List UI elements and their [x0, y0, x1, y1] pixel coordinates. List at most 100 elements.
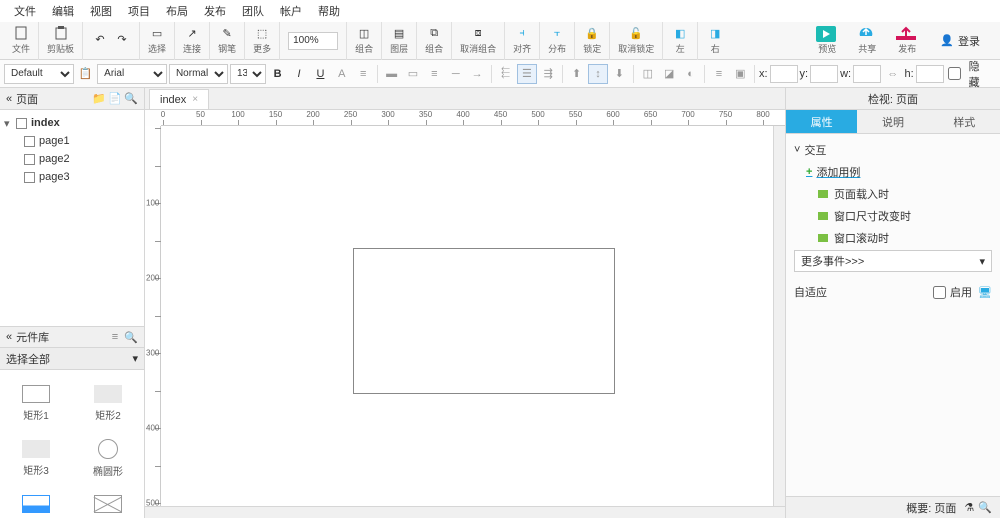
tool-more[interactable]: ⬚更多 — [245, 22, 280, 60]
filter-icon[interactable]: ⚗ — [964, 501, 974, 514]
event-window-scroll[interactable]: 窗口滚动时 — [818, 230, 992, 246]
menu-edit[interactable]: 编辑 — [44, 0, 82, 22]
collapse-icon[interactable]: « — [6, 331, 12, 343]
tool-combine[interactable]: ⧉组合 — [417, 22, 452, 60]
tool-pen[interactable]: ✎钢笔 — [210, 22, 245, 60]
login-button[interactable]: 👤登录 — [930, 33, 990, 49]
menu-account[interactable]: 帐户 — [272, 0, 310, 22]
collapse-icon[interactable]: « — [6, 93, 12, 105]
tool-clipboard[interactable]: 剪贴板 — [39, 22, 83, 60]
tree-node-page2[interactable]: page2 — [0, 150, 144, 168]
underline-button[interactable]: U — [311, 64, 330, 84]
tree-node-page3[interactable]: page3 — [0, 168, 144, 186]
add-case-link[interactable]: +添加用例 — [806, 164, 992, 180]
shape-rect3[interactable]: 矩形3 — [0, 431, 72, 486]
shape-rect1[interactable]: 矩形1 — [0, 376, 72, 431]
tool-file[interactable]: 文件 — [4, 22, 39, 60]
inner-shadow-button[interactable]: ◪ — [659, 64, 678, 84]
search-icon[interactable]: 🔍 — [124, 92, 138, 106]
shape-placeholder[interactable]: 占位符 — [72, 486, 144, 518]
scrollbar-vertical[interactable] — [773, 126, 785, 506]
copy-style-icon[interactable]: 📋 — [76, 64, 95, 84]
padding-button[interactable]: ▣ — [731, 64, 750, 84]
valign-top-button[interactable]: ⬆ — [567, 64, 586, 84]
line-style-button[interactable]: ─ — [446, 64, 465, 84]
pos-y-input[interactable] — [810, 65, 838, 83]
tab-style[interactable]: 样式 — [929, 110, 1000, 133]
zoom-input[interactable] — [288, 32, 338, 50]
tool-lock[interactable]: 🔒锁定 — [575, 22, 610, 60]
line-width-button[interactable]: ≡ — [425, 64, 444, 84]
tool-zoom[interactable] — [280, 22, 347, 60]
canvas[interactable] — [161, 126, 773, 506]
tab-properties[interactable]: 属性 — [786, 110, 857, 133]
tool-share[interactable]: 共享 — [850, 26, 884, 55]
event-window-resize[interactable]: 窗口尺寸改变时 — [818, 208, 992, 224]
valign-middle-button[interactable]: ↕ — [588, 64, 607, 84]
italic-button[interactable]: I — [289, 64, 308, 84]
adaptive-enable-checkbox[interactable] — [933, 286, 946, 299]
font-size-select[interactable]: 13 — [230, 64, 266, 84]
style-preset-select[interactable]: Default — [4, 64, 74, 84]
tool-align[interactable]: ⫞对齐 — [505, 22, 540, 60]
tool-group[interactable]: ◫组合 — [347, 22, 382, 60]
pos-x-input[interactable] — [770, 65, 798, 83]
menu-icon[interactable]: ≡ — [108, 330, 122, 344]
search-icon[interactable]: 🔍 — [124, 330, 138, 344]
library-select[interactable]: 选择全部▾ — [0, 348, 144, 370]
tool-layer[interactable]: ▤图层 — [382, 22, 417, 60]
adaptive-manage-icon[interactable]: 🖥 — [978, 286, 992, 299]
tool-connect[interactable]: ↗连接 — [175, 22, 210, 60]
outer-shadow-button[interactable]: ◫ — [638, 64, 657, 84]
line-spacing-button[interactable]: ≡ — [709, 64, 728, 84]
align-left-button[interactable]: ⬱ — [496, 64, 515, 84]
drawn-rectangle[interactable] — [353, 248, 615, 394]
pos-h-input[interactable] — [916, 65, 944, 83]
fill-button[interactable]: ▬ — [382, 64, 401, 84]
menu-publish[interactable]: 发布 — [196, 0, 234, 22]
font-select[interactable]: Arial — [97, 64, 167, 84]
bold-button[interactable]: B — [268, 64, 287, 84]
tool-publish[interactable]: 发布 — [890, 26, 924, 55]
shape-rect2[interactable]: 矩形2 — [72, 376, 144, 431]
more-events-select[interactable]: 更多事件>>>▾ — [794, 250, 992, 272]
shape-ellipse[interactable]: 椭圆形 — [72, 431, 144, 486]
hidden-checkbox[interactable] — [948, 67, 961, 80]
font-color-button[interactable]: A — [332, 64, 351, 84]
tool-unlock[interactable]: 🔓取消锁定 — [610, 22, 663, 60]
search-icon[interactable]: 🔍 — [978, 501, 992, 514]
menu-team[interactable]: 团队 — [234, 0, 272, 22]
align-center-button[interactable]: ☰ — [517, 64, 536, 84]
tool-ungroup[interactable]: ⧈取消组合 — [452, 22, 505, 60]
tool-align-right[interactable]: ◨右 — [698, 22, 732, 60]
tab-index[interactable]: index× — [149, 89, 209, 109]
pos-w-input[interactable] — [853, 65, 881, 83]
opacity-button[interactable]: ◐ — [681, 64, 700, 84]
tool-distribute[interactable]: ⫟分布 — [540, 22, 575, 60]
arrow-button[interactable]: → — [467, 64, 486, 84]
tab-notes[interactable]: 说明 — [857, 110, 928, 133]
menu-project[interactable]: 项目 — [120, 0, 158, 22]
menu-view[interactable]: 视图 — [82, 0, 120, 22]
tool-select[interactable]: ▭选择 — [140, 22, 175, 60]
add-folder-icon[interactable]: 📁 — [92, 92, 106, 106]
shape-image[interactable]: 图片 — [0, 486, 72, 518]
tree-node-index[interactable]: ▾index — [0, 114, 144, 132]
scrollbar-horizontal[interactable] — [145, 506, 785, 518]
tool-preview[interactable]: 预览 — [810, 26, 844, 55]
tool-undo-redo[interactable]: ↶ ↷ — [83, 22, 140, 60]
add-page-icon[interactable]: 📄 — [108, 92, 122, 106]
event-page-load[interactable]: 页面载入时 — [818, 186, 992, 202]
lock-aspect-icon[interactable]: ⇔ — [883, 64, 902, 84]
menu-help[interactable]: 帮助 — [310, 0, 348, 22]
border-button[interactable]: ▭ — [403, 64, 422, 84]
close-icon[interactable]: × — [192, 94, 198, 105]
bullets-button[interactable]: ≡ — [354, 64, 373, 84]
interaction-section[interactable]: ˅交互 — [794, 142, 992, 158]
menu-layout[interactable]: 布局 — [158, 0, 196, 22]
menu-file[interactable]: 文件 — [6, 0, 44, 22]
tool-align-left[interactable]: ◧左 — [663, 22, 698, 60]
valign-bottom-button[interactable]: ⬇ — [610, 64, 629, 84]
tree-node-page1[interactable]: page1 — [0, 132, 144, 150]
align-right-button[interactable]: ⇶ — [539, 64, 558, 84]
